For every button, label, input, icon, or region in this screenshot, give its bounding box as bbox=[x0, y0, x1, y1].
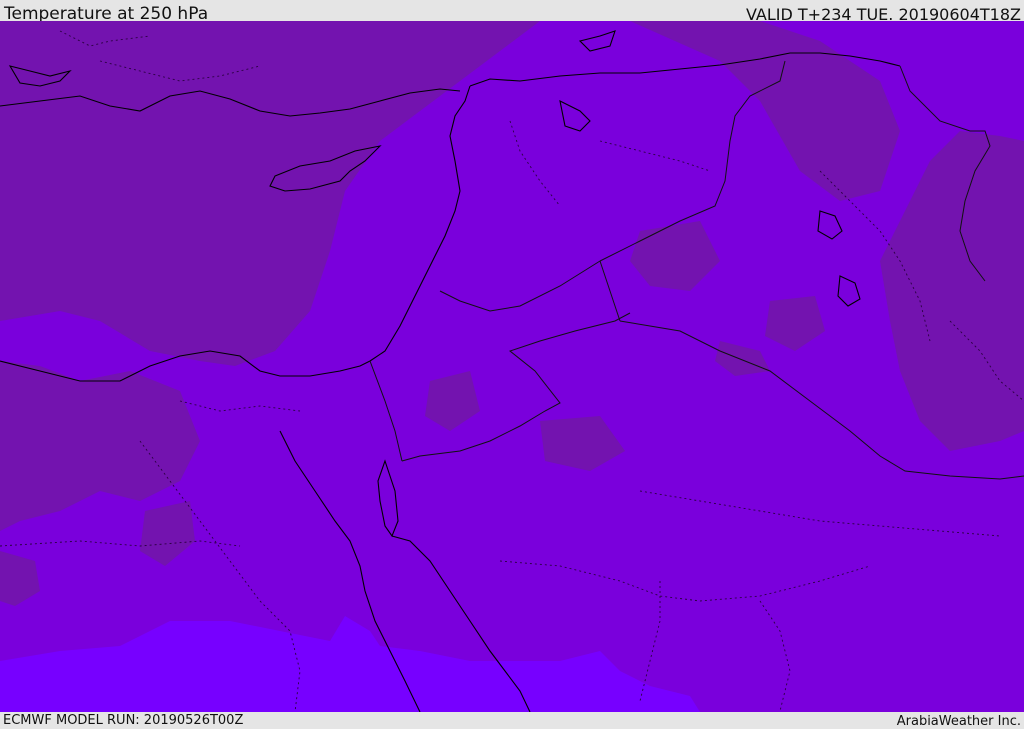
model-run-label: ECMWF MODEL RUN: 20190526T00Z bbox=[3, 713, 244, 728]
map-canvas bbox=[0, 21, 1024, 712]
credit-label: ArabiaWeather Inc. bbox=[896, 714, 1021, 729]
header-bar: Temperature at 250 hPa VALID T+234 TUE. … bbox=[0, 0, 1024, 24]
footer-bar: ECMWF MODEL RUN: 20190526T00Z ArabiaWeat… bbox=[0, 712, 1024, 729]
map-svg bbox=[0, 21, 1024, 712]
